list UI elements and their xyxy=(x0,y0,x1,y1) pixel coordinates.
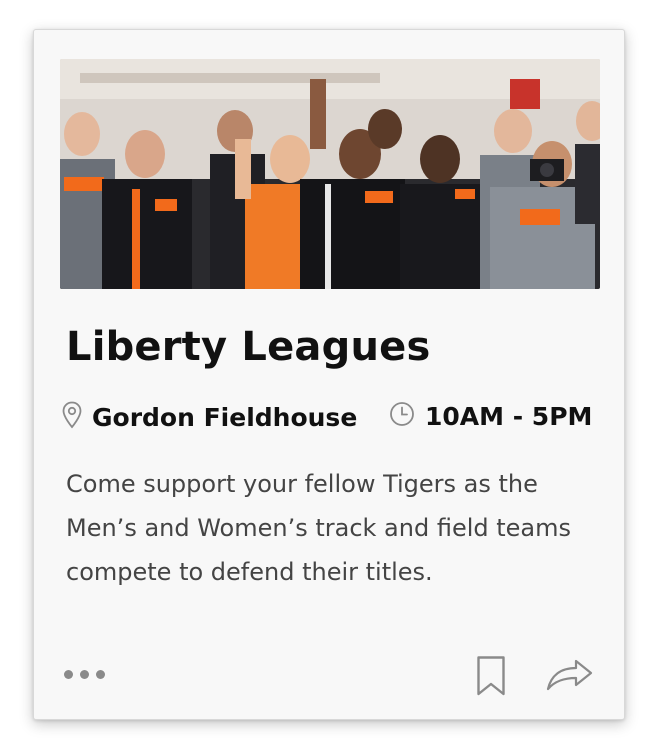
event-location: Gordon Fieldhouse xyxy=(62,401,357,433)
share-arrow-icon xyxy=(546,659,593,691)
more-horizontal-icon xyxy=(64,670,73,679)
event-time-label: 10AM - 5PM xyxy=(425,401,593,431)
event-photo xyxy=(60,59,600,289)
bookmark-button[interactable] xyxy=(476,655,506,701)
map-pin-icon xyxy=(62,401,82,433)
clock-icon xyxy=(389,401,415,431)
more-horizontal-icon xyxy=(96,670,105,679)
event-title: Liberty Leagues xyxy=(66,324,431,370)
event-card[interactable]: Liberty Leagues Gordon Fieldhouse 10AM -… xyxy=(33,29,625,720)
event-time: 10AM - 5PM xyxy=(389,401,592,431)
event-location-label: Gordon Fieldhouse xyxy=(92,402,358,432)
share-button[interactable] xyxy=(546,658,594,696)
more-options-button[interactable] xyxy=(64,670,105,679)
event-description: Come support your fellow Tigers as the M… xyxy=(66,470,572,586)
more-horizontal-icon xyxy=(80,670,89,679)
bookmark-icon xyxy=(477,656,505,696)
